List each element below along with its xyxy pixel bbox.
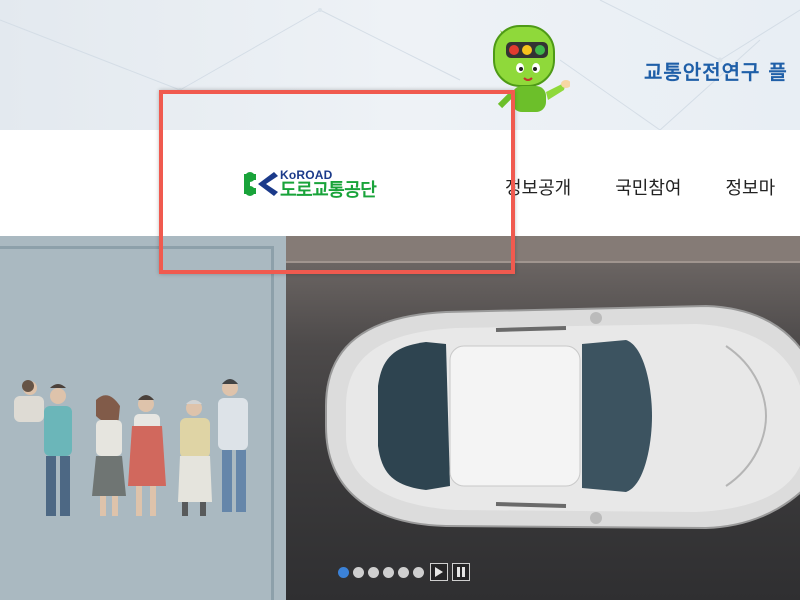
koroad-logo[interactable]: KoROAD 도로교통공단 bbox=[242, 166, 377, 202]
traffic-light-mascot-icon bbox=[493, 25, 570, 112]
hero-car-panel[interactable] bbox=[286, 236, 800, 600]
nav-item-info-more[interactable]: 정보마 bbox=[726, 174, 776, 200]
page: 교통안전연구 플 KoROAD 도로교통공단 정보공개 국민참여 정보마 bbox=[0, 0, 800, 600]
pause-button[interactable] bbox=[452, 563, 470, 581]
koroad-logo-icon bbox=[244, 172, 278, 196]
logo-korean-text: 도로교통공단 bbox=[280, 179, 377, 201]
pause-icon bbox=[457, 567, 465, 577]
slider-controls bbox=[338, 563, 470, 581]
play-icon bbox=[435, 567, 443, 577]
site-header: KoROAD 도로교통공단 정보공개 국민참여 정보마 bbox=[0, 130, 800, 236]
people-group-illustration bbox=[14, 379, 248, 516]
top-banner[interactable]: 교통안전연구 플 bbox=[0, 0, 800, 130]
slide-dot-4[interactable] bbox=[383, 566, 394, 578]
slide-dot-6[interactable] bbox=[413, 566, 424, 578]
slide-dot-5[interactable] bbox=[398, 566, 409, 578]
slide-dot-2[interactable] bbox=[353, 566, 364, 578]
nav-item-info-disclosure[interactable]: 정보공개 bbox=[505, 174, 571, 200]
banner-title[interactable]: 교통안전연구 플 bbox=[644, 56, 788, 85]
nav-item-public-participation[interactable]: 국민참여 bbox=[615, 174, 681, 200]
hero-slider bbox=[0, 236, 800, 600]
play-button[interactable] bbox=[430, 563, 448, 581]
main-navigation: 정보공개 국민참여 정보마 bbox=[505, 174, 800, 200]
slide-dot-1[interactable] bbox=[338, 566, 349, 578]
car-illustration bbox=[286, 236, 800, 530]
hero-people-panel[interactable] bbox=[0, 236, 286, 600]
logo-english-text: KoROAD bbox=[280, 167, 333, 182]
slide-dot-3[interactable] bbox=[368, 566, 379, 578]
